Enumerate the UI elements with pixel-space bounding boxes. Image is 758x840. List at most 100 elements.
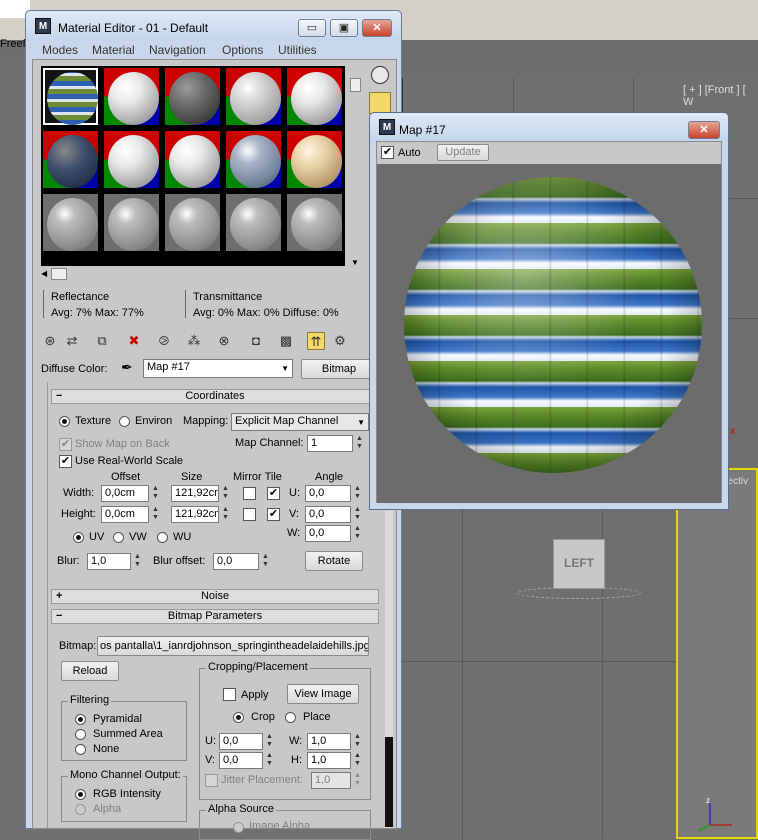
mapping-dropdown[interactable]: Explicit Map Channel ▼ [231, 413, 369, 431]
jitter-placement-input[interactable]: 1,0 [311, 772, 351, 789]
hscroll-thumb[interactable] [51, 268, 67, 280]
tile-u-checkbox[interactable]: ✔ [267, 487, 280, 500]
viewport-left[interactable] [402, 468, 676, 839]
crop-v-input[interactable]: 0,0 [219, 752, 263, 769]
view-image-button[interactable]: View Image [287, 684, 359, 704]
menu-modes[interactable]: Modes [42, 43, 78, 57]
width-offset-input[interactable]: 0,0cm [101, 485, 149, 502]
show-end-result-icon[interactable]: ⇈ [307, 332, 325, 350]
texture-radio[interactable] [59, 416, 70, 427]
wu-radio[interactable] [157, 532, 168, 543]
uv-radio[interactable] [73, 532, 84, 543]
put-to-library-icon[interactable]: ⊗ [215, 332, 233, 350]
summed-area-radio[interactable] [75, 729, 86, 740]
menu-navigation[interactable]: Navigation [149, 43, 206, 57]
sample-slot[interactable] [285, 66, 344, 127]
viewport-perspective[interactable] [676, 468, 758, 839]
jitter-placement-checkbox[interactable] [205, 774, 218, 787]
maximize-button[interactable]: ▣ [330, 19, 358, 37]
reset-map-icon[interactable]: ✖ [125, 332, 143, 350]
map-type-button[interactable]: Bitmap [301, 359, 377, 379]
put-to-scene-icon[interactable]: ⇄ [63, 332, 81, 350]
environ-radio[interactable] [119, 416, 130, 427]
reload-button[interactable]: Reload [61, 661, 119, 681]
map-channel-spinner[interactable]: ▲ ▼ [355, 435, 364, 452]
map-close-button[interactable]: ✕ [688, 121, 720, 139]
bitmap-path-button[interactable]: os pantalla\1_ianrdjohnson_springinthead… [97, 636, 369, 656]
height-offset-input[interactable]: 0,0cm [101, 506, 149, 523]
menu-material[interactable]: Material [92, 43, 135, 57]
image-alpha-radio[interactable] [233, 822, 244, 833]
sample-slot[interactable] [224, 192, 283, 253]
width-size-spinner[interactable]: ▲ ▼ [221, 485, 230, 502]
tile-v-checkbox[interactable]: ✔ [267, 508, 280, 521]
width-size-input[interactable]: 121,92cm [171, 485, 219, 502]
map-window-titlebar[interactable]: M Map #17 ✕ [370, 113, 728, 141]
assign-material-icon[interactable]: ⧉ [93, 332, 111, 350]
show-map-icon[interactable]: ▩ [277, 332, 295, 350]
material-editor-titlebar[interactable]: M Material Editor - 01 - Default ▭ ▣ ✕ [26, 11, 401, 41]
pyramidal-radio[interactable] [75, 714, 86, 725]
auto-checkbox[interactable]: ✔ [381, 146, 394, 159]
show-map-on-back-checkbox[interactable]: ✔ [59, 438, 72, 451]
mirror-u-checkbox[interactable] [243, 487, 256, 500]
slots-horizontal-scrollbar[interactable]: ◀ [41, 268, 345, 280]
scroll-thumb[interactable] [350, 78, 361, 92]
crop-v-spinner[interactable]: ▲ ▼ [265, 752, 274, 769]
sample-slot[interactable] [41, 192, 100, 253]
menu-utilities[interactable]: Utilities [278, 43, 317, 57]
blur-spinner[interactable]: ▲ ▼ [133, 553, 142, 570]
rgb-intensity-radio[interactable] [75, 789, 86, 800]
width-offset-spinner[interactable]: ▲ ▼ [151, 485, 160, 502]
sample-slot[interactable] [285, 129, 344, 190]
scroll-down-icon[interactable]: ▼ [351, 258, 359, 267]
copy-material-icon[interactable]: ⧁ [155, 332, 173, 350]
sample-slot[interactable] [102, 129, 161, 190]
sample-slot[interactable] [102, 66, 161, 127]
u-angle-spinner[interactable]: ▲ ▼ [353, 485, 362, 502]
rotate-button[interactable]: Rotate [305, 551, 363, 571]
apply-checkbox[interactable] [223, 688, 236, 701]
close-button[interactable]: ✕ [362, 19, 392, 37]
u-angle-input[interactable]: 0,0 [305, 485, 351, 502]
crop-h-input[interactable]: 1,0 [307, 752, 351, 769]
w-angle-input[interactable]: 0,0 [305, 525, 351, 542]
sample-slot[interactable] [163, 129, 222, 190]
height-offset-spinner[interactable]: ▲ ▼ [151, 506, 160, 523]
height-size-input[interactable]: 121,92cm [171, 506, 219, 523]
map-name-dropdown[interactable]: Map #17 ▼ [143, 359, 293, 378]
blur-offset-spinner[interactable]: ▲ ▼ [261, 553, 270, 570]
sample-slot[interactable] [102, 192, 161, 253]
jitter-placement-spinner[interactable]: ▲ ▼ [353, 772, 362, 789]
blur-offset-input[interactable]: 0,0 [213, 553, 259, 570]
get-material-icon[interactable]: ⊛ [41, 332, 59, 350]
sample-slot[interactable] [163, 192, 222, 253]
sample-slot[interactable] [41, 129, 100, 190]
minimize-button[interactable]: ▭ [298, 19, 326, 37]
slots-vertical-scrollbar[interactable]: ▼ [349, 74, 361, 267]
use-real-world-scale-checkbox[interactable]: ✔ [59, 455, 72, 468]
update-button[interactable]: Update [437, 144, 489, 161]
viewcube-left[interactable]: LEFT [553, 539, 605, 589]
none-radio[interactable] [75, 744, 86, 755]
place-radio[interactable] [285, 712, 296, 723]
backlight-icon[interactable] [369, 92, 391, 114]
sample-slot[interactable] [285, 192, 344, 253]
w-angle-spinner[interactable]: ▲ ▼ [353, 525, 362, 542]
blur-input[interactable]: 1,0 [87, 553, 131, 570]
front-viewport-label[interactable]: [ + ] [Front ] [ W [683, 84, 758, 108]
crop-h-spinner[interactable]: ▲ ▼ [353, 752, 362, 769]
v-angle-spinner[interactable]: ▲ ▼ [353, 506, 362, 523]
material-id-icon[interactable]: ◘ [247, 332, 265, 350]
v-angle-input[interactable]: 0,0 [305, 506, 351, 523]
crop-radio[interactable] [233, 712, 244, 723]
coordinates-rollout-header[interactable]: − Coordinates [51, 389, 379, 404]
sample-slot[interactable] [41, 66, 100, 127]
alpha-radio[interactable] [75, 804, 86, 815]
go-to-parent-icon[interactable]: ⚙ [331, 332, 349, 350]
mirror-v-checkbox[interactable] [243, 508, 256, 521]
vw-radio[interactable] [113, 532, 124, 543]
sample-slot[interactable] [224, 129, 283, 190]
eyedropper-icon[interactable]: ✒ [121, 359, 133, 376]
sample-type-icon[interactable] [371, 66, 389, 84]
